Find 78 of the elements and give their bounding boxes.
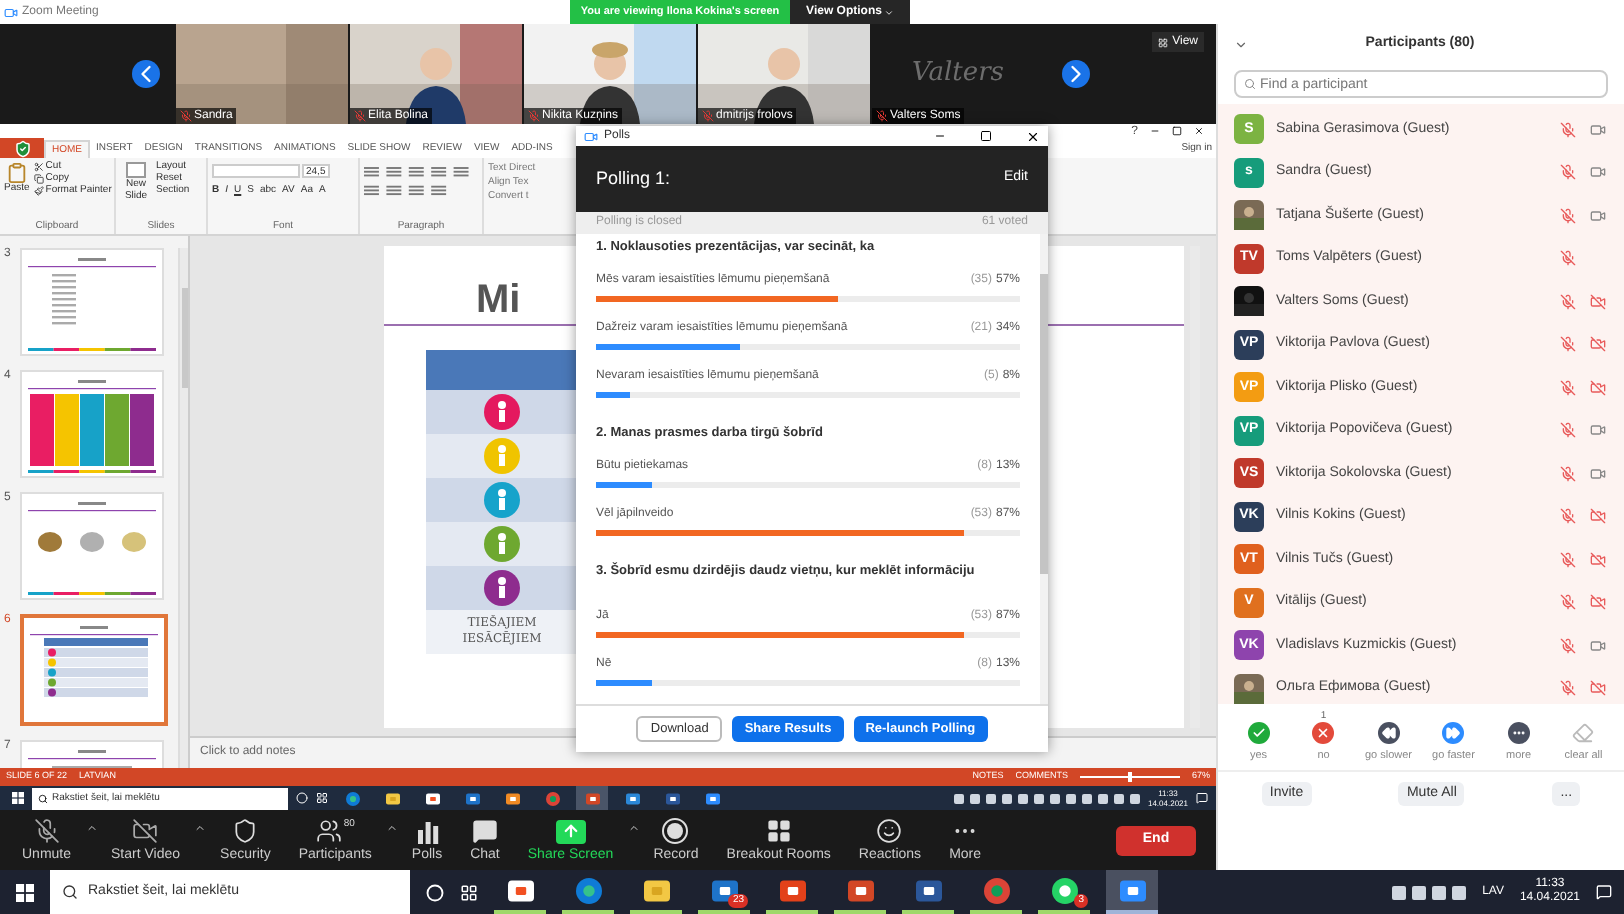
windows-icon[interactable]	[16, 883, 34, 901]
scissors-icon	[33, 162, 44, 172]
collapse-icon[interactable]	[1234, 37, 1248, 51]
folder-icon[interactable]	[385, 791, 399, 805]
office-app-icon[interactable]	[779, 877, 805, 903]
minimize-icon[interactable]	[1150, 126, 1160, 136]
browser-icon[interactable]	[545, 791, 559, 805]
document-app-icon[interactable]	[915, 877, 941, 903]
mail-icon[interactable]	[465, 791, 479, 805]
folder-icon[interactable]	[643, 877, 669, 903]
muted-mic-icon	[33, 818, 60, 844]
minimize-icon[interactable]	[934, 130, 946, 142]
pictogram-icon	[484, 482, 520, 518]
restore-icon[interactable]	[1172, 126, 1182, 136]
poll-title: Polling 1:	[596, 165, 673, 192]
notification-icon[interactable]	[1596, 884, 1612, 900]
font-name-field[interactable]	[212, 164, 300, 178]
shopping-bag-icon[interactable]	[507, 877, 533, 903]
search-icon	[62, 884, 78, 900]
app-icon	[584, 129, 598, 143]
close-icon[interactable]	[1026, 129, 1040, 143]
record-icon	[662, 818, 689, 844]
name-card-text: Valters	[912, 56, 1004, 93]
chat-bubble-icon	[471, 818, 498, 844]
copy-icon	[33, 174, 44, 184]
fast-forward-icon[interactable]	[1442, 722, 1465, 744]
file-tab[interactable]	[0, 138, 44, 158]
more-icon[interactable]	[1507, 722, 1530, 744]
video-off-icon	[132, 818, 159, 844]
presentation-app-icon[interactable]	[585, 791, 599, 805]
search-icon	[38, 793, 48, 803]
slide-thumbnail[interactable]	[22, 250, 162, 354]
slide-thumbnail[interactable]	[24, 618, 164, 722]
browser-icon[interactable]	[345, 791, 359, 805]
share-screen-icon	[555, 819, 586, 843]
shopping-bag-icon[interactable]	[425, 791, 439, 805]
play-icon[interactable]	[505, 791, 519, 805]
caret-icon[interactable]	[85, 821, 98, 833]
shield-icon	[232, 818, 259, 844]
caret-icon[interactable]	[627, 821, 640, 833]
photo-app-icon[interactable]	[625, 791, 639, 805]
presentation-app-icon[interactable]	[847, 877, 873, 903]
browser-icon[interactable]	[575, 877, 601, 903]
app-icon	[4, 5, 18, 19]
circle-icon[interactable]	[296, 792, 308, 804]
clipboard-icon	[5, 162, 28, 184]
pictogram-icon	[484, 526, 520, 562]
grid-icon	[765, 818, 792, 844]
next-page-button[interactable]	[1062, 60, 1090, 88]
notification-icon[interactable]	[1196, 792, 1208, 804]
pictogram-icon	[484, 570, 520, 606]
browser-icon[interactable]	[983, 877, 1009, 903]
pictogram-icon	[484, 438, 520, 474]
smiley-icon	[876, 818, 903, 844]
mail-icon[interactable]	[711, 877, 737, 903]
check-icon[interactable]	[1247, 722, 1270, 744]
slide-thumbnail[interactable]	[22, 494, 162, 598]
people-icon	[315, 818, 342, 844]
search-icon	[1244, 78, 1256, 90]
grid-icon	[1158, 37, 1169, 47]
chat-app-icon[interactable]	[1051, 877, 1077, 903]
task-view-icon[interactable]	[460, 883, 478, 901]
slide-thumbnail[interactable]	[22, 372, 162, 476]
previous-page-button[interactable]	[132, 60, 160, 88]
task-view-icon[interactable]	[316, 792, 328, 804]
windows-icon[interactable]	[12, 792, 24, 804]
caret-icon[interactable]	[385, 821, 398, 833]
caret-icon[interactable]	[194, 821, 207, 833]
document-app-icon[interactable]	[665, 791, 679, 805]
cross-icon[interactable]	[1312, 722, 1335, 744]
bar-chart-icon	[415, 819, 439, 843]
maximize-icon[interactable]	[980, 130, 992, 142]
caret-icon	[883, 7, 894, 17]
pictogram-icon	[484, 394, 520, 430]
paintbrush-icon	[33, 186, 44, 196]
circle-icon[interactable]	[426, 883, 444, 901]
slide-title: Mi	[476, 280, 521, 320]
rewind-icon[interactable]	[1377, 722, 1400, 744]
